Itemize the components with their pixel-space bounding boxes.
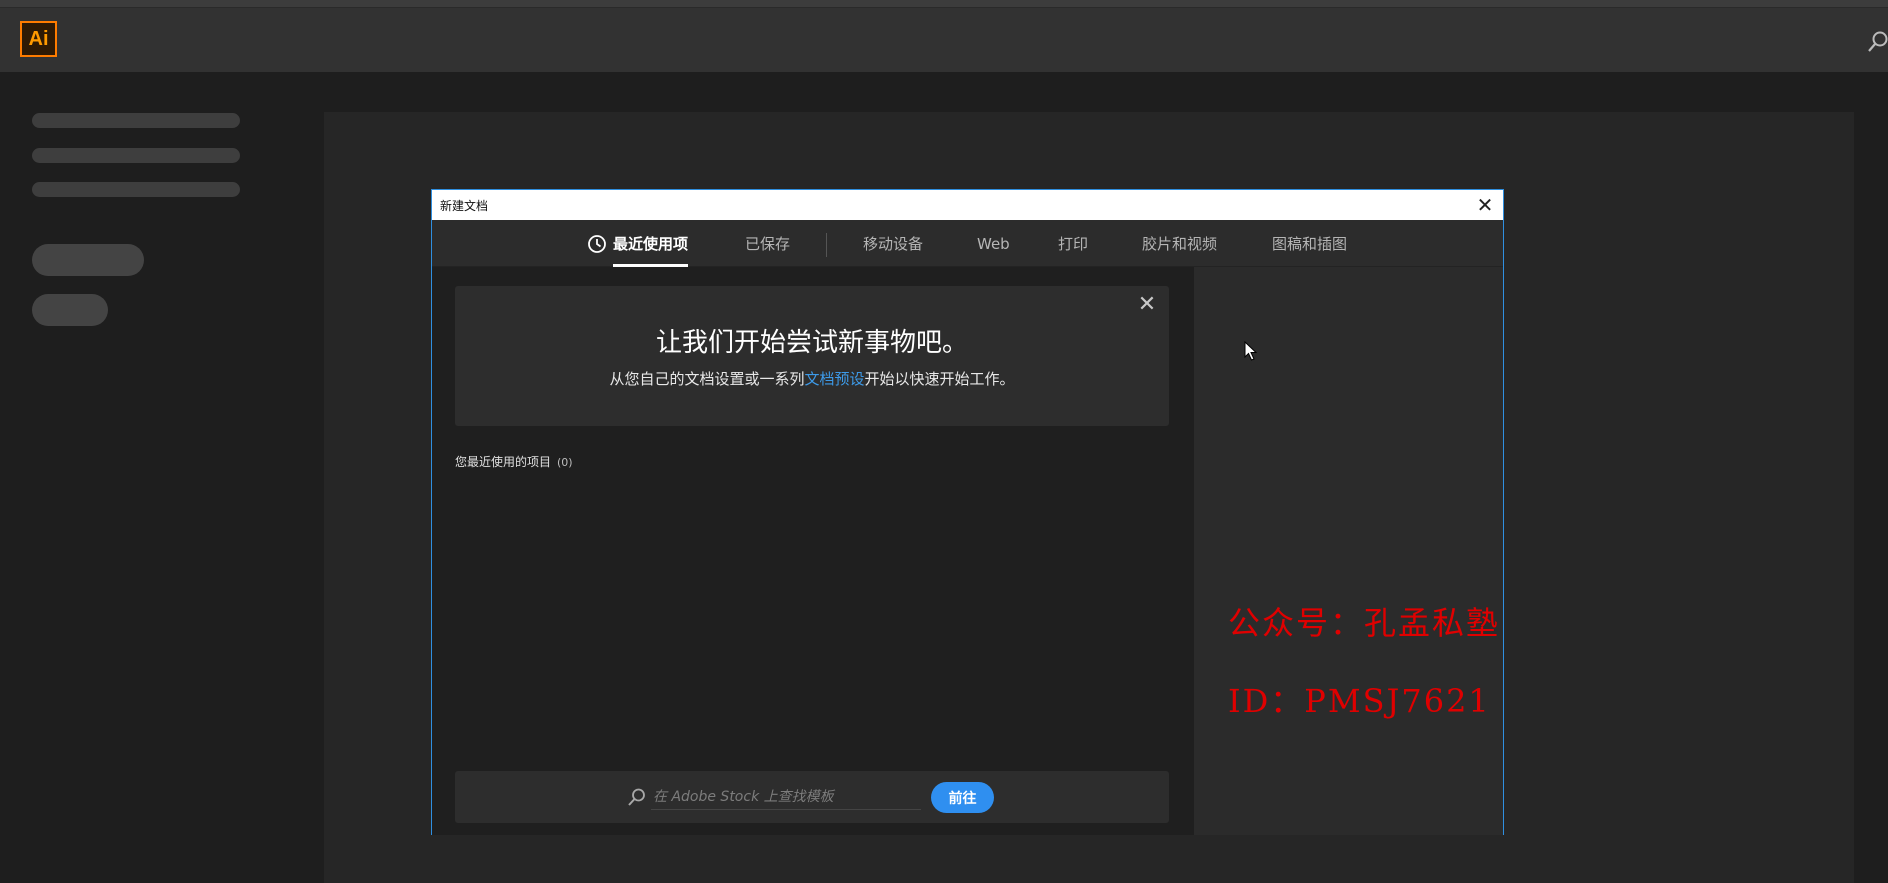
recent-items-heading: 您最近使用的项目 (0) (455, 453, 573, 470)
tab-separator (826, 233, 827, 257)
recent-pane: ✕ 让我们开始尝试新事物吧。 从您自己的文档设置或一系列文档预设开始以快速开始工… (432, 267, 1194, 835)
preset-tabs: 最近使用项 已保存 移动设备 Web 打印 胶片和视频 图稿和插图 (432, 220, 1503, 267)
top-edge-strip (0, 0, 1888, 8)
tab-print[interactable]: 打印 (1058, 220, 1088, 267)
document-presets-link[interactable]: 文档预设 (804, 370, 864, 388)
sidebar-placeholder-button-1 (32, 244, 144, 276)
welcome-card: ✕ 让我们开始尝试新事物吧。 从您自己的文档设置或一系列文档预设开始以快速开始工… (455, 286, 1169, 426)
dialog-close-button[interactable]: ✕ (1473, 193, 1497, 217)
stock-search-input[interactable] (651, 784, 921, 810)
recent-items-count: (0) (557, 456, 573, 469)
tab-mobile[interactable]: 移动设备 (863, 220, 923, 267)
tab-saved[interactable]: 已保存 (745, 220, 790, 267)
dialog-title: 新建文档 (440, 199, 489, 213)
app-header: Ai (0, 8, 1888, 72)
sidebar-placeholder-line-3 (32, 182, 240, 197)
welcome-close-button[interactable]: ✕ (1135, 292, 1159, 317)
tab-film-video[interactable]: 胶片和视频 (1142, 220, 1217, 267)
welcome-subtitle-before: 从您自己的文档设置或一系列 (609, 370, 805, 388)
recent-items-label: 您最近使用的项目 (455, 455, 552, 469)
new-document-dialog: 新建文档 ✕ 最近使用项 已保存 移动设备 Web 打印 胶片和视频 图稿和插图… (431, 189, 1504, 835)
tab-web[interactable]: Web (977, 220, 1010, 267)
search-icon (628, 788, 645, 806)
watermark-line-1: 公众号：孔孟私塾 (1228, 604, 1501, 642)
tab-recent-label: 最近使用项 (613, 235, 689, 253)
sidebar-placeholder-line-2 (32, 148, 240, 163)
dialog-title-bar: 新建文档 ✕ (432, 190, 1503, 220)
go-button[interactable]: 前往 (931, 782, 994, 813)
welcome-subtitle: 从您自己的文档设置或一系列文档预设开始以快速开始工作。 (455, 368, 1169, 389)
tab-art-illustration[interactable]: 图稿和插图 (1272, 220, 1347, 267)
watermark-line-2: ID：PMSJ7621 (1228, 682, 1491, 720)
preset-details-pane (1194, 267, 1503, 835)
mouse-pointer-icon (1244, 341, 1258, 361)
clock-icon (588, 234, 606, 253)
welcome-title: 让我们开始尝试新事物吧。 (655, 328, 968, 358)
search-icon[interactable] (1868, 30, 1888, 54)
sidebar-placeholder-button-2 (32, 294, 108, 326)
welcome-subtitle-after: 开始以快速开始工作。 (864, 370, 1015, 388)
sidebar-placeholder-line-1 (32, 113, 240, 128)
illustrator-logo: Ai (20, 21, 57, 57)
tab-recent[interactable]: 最近使用项 (587, 220, 689, 267)
adobe-stock-search-bar: 前往 (455, 771, 1169, 823)
